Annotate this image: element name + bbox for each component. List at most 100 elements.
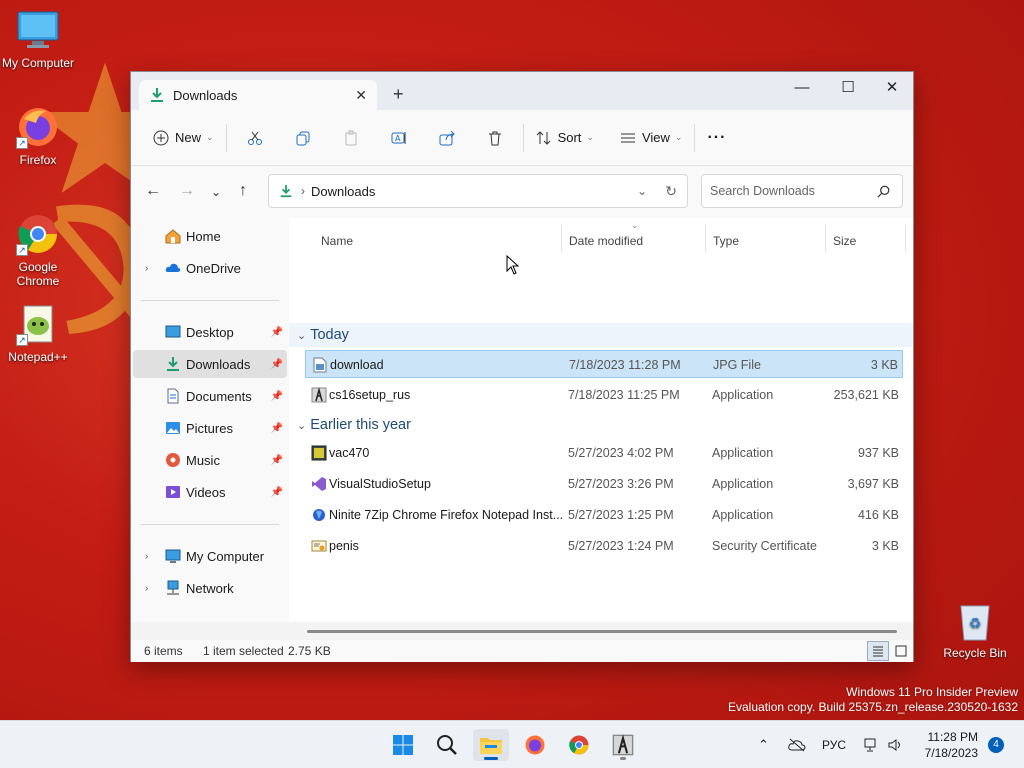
clock-time: 11:28 PM (927, 730, 978, 744)
file-row[interactable]: VisualStudioSetup 5/27/2023 3:26 PM Appl… (305, 470, 903, 498)
refresh-icon[interactable]: ↻ (665, 183, 677, 200)
rename-button[interactable]: A (375, 122, 423, 154)
system-clock[interactable]: 11:28 PM 7/18/2023 (918, 729, 978, 761)
pin-icon[interactable]: 📌 (271, 327, 283, 338)
search-input[interactable]: Search Downloads (701, 174, 903, 208)
selection-size: 2.75 KB (288, 644, 331, 658)
pin-icon[interactable]: 📌 (271, 487, 283, 498)
close-window-button[interactable]: ✕ (869, 72, 915, 102)
collapse-chevron-icon[interactable]: ⌄ (297, 419, 306, 432)
back-arrow-icon[interactable]: ← (145, 182, 161, 200)
network-status-icon[interactable] (864, 721, 880, 768)
view-button[interactable]: View ⌄ (612, 122, 691, 154)
column-divider[interactable] (905, 226, 906, 252)
copy-button[interactable] (279, 122, 327, 154)
file-name: vac470 (329, 446, 370, 460)
sidebar-item-downloads[interactable]: Downloads 📌 (133, 350, 287, 378)
taskbar-file-explorer[interactable] (473, 729, 509, 761)
taskbar-firefox[interactable] (517, 729, 553, 761)
expand-chevron-icon[interactable]: › (145, 551, 148, 562)
tiles-view-button[interactable] (890, 641, 912, 661)
plus-circle-icon (153, 130, 169, 145)
column-divider[interactable] (561, 226, 562, 252)
taskbar-chrome[interactable] (561, 729, 597, 761)
pin-icon[interactable]: 📌 (271, 359, 283, 370)
sidebar-item-label: OneDrive (186, 260, 241, 276)
input-language-indicator[interactable]: РУС (822, 721, 846, 768)
group-header-today[interactable]: ⌄ Today (289, 323, 913, 347)
file-row[interactable]: penis 5/27/2023 1:24 PM Security Certifi… (305, 532, 903, 560)
group-header-earlier[interactable]: ⌄ Earlier this year (289, 413, 913, 437)
volume-icon[interactable] (888, 721, 904, 768)
close-tab-icon[interactable]: ✕ (355, 87, 367, 104)
column-header-size[interactable]: Size (833, 226, 856, 256)
maximize-button[interactable]: ☐ (825, 72, 871, 102)
file-size: 253,621 KB (833, 388, 899, 402)
recycle-bin-icon: ♻ (953, 598, 997, 642)
sidebar-item-my-computer[interactable]: › My Computer (133, 542, 287, 570)
sidebar-item-videos[interactable]: Videos 📌 (133, 478, 287, 506)
desktop-icon-my-computer[interactable]: My Computer (0, 8, 76, 70)
breadcrumb-current[interactable]: Downloads (311, 184, 375, 199)
running-indicator (620, 757, 626, 760)
address-bar[interactable]: › Downloads ⌄ ↻ (268, 174, 688, 208)
pin-icon[interactable]: 📌 (271, 455, 283, 466)
address-row: ← → ⌄ ↑ › Downloads ⌄ ↻ Search Downloads (131, 166, 913, 218)
sidebar-item-documents[interactable]: Documents 📌 (133, 382, 287, 410)
desktop-icon-recycle-bin[interactable]: ♻ Recycle Bin (937, 598, 1013, 660)
column-header-name[interactable]: Name (321, 226, 353, 256)
sidebar-item-music[interactable]: Music 📌 (133, 446, 287, 474)
column-header-type[interactable]: Type (713, 226, 739, 256)
file-row[interactable]: vac470 5/27/2023 4:02 PM Application 937… (305, 439, 903, 467)
certificate-icon (311, 540, 327, 552)
taskbar-cs-app[interactable] (605, 729, 641, 761)
more-options-button[interactable]: ··· (699, 122, 734, 154)
column-divider[interactable] (825, 226, 826, 252)
sidebar-item-network[interactable]: › Network (133, 574, 287, 602)
shortcut-arrow-icon: ↗ (16, 334, 28, 346)
sidebar-item-onedrive[interactable]: › OneDrive (133, 254, 287, 282)
file-row[interactable]: cs16setup_rus 7/18/2023 11:25 PM Applica… (305, 381, 903, 409)
watermark-line: Windows 11 Pro Insider Preview (846, 685, 1018, 699)
start-button[interactable] (385, 729, 421, 761)
pin-icon[interactable]: 📌 (271, 391, 283, 402)
minimize-button[interactable]: — (779, 72, 825, 102)
file-row[interactable]: Ninite 7Zip Chrome Firefox Notepad Inst.… (305, 501, 903, 529)
sidebar-item-label: Videos (186, 484, 226, 500)
recent-locations-chevron-icon[interactable]: ⌄ (211, 185, 221, 199)
horizontal-scrollbar[interactable] (307, 630, 897, 633)
sidebar-item-pictures[interactable]: Pictures 📌 (133, 414, 287, 442)
paste-button[interactable] (327, 122, 375, 154)
details-view-button[interactable] (867, 641, 889, 661)
file-row[interactable]: download 7/18/2023 11:28 PM JPG File 3 K… (305, 350, 903, 378)
firefox-icon: ↗ (16, 105, 60, 149)
cut-button[interactable] (231, 122, 279, 154)
column-divider[interactable] (705, 226, 706, 252)
notification-badge[interactable]: 4 (988, 737, 1004, 753)
sidebar-item-home[interactable]: Home (133, 222, 287, 250)
share-button[interactable] (423, 122, 471, 154)
mouse-cursor-icon (506, 255, 520, 275)
up-arrow-icon[interactable]: ↑ (239, 182, 247, 200)
taskbar-search-button[interactable] (429, 729, 465, 761)
expand-chevron-icon[interactable]: › (145, 263, 148, 274)
desktop-icon-chrome[interactable]: ↗ Google Chrome (0, 212, 76, 288)
new-button[interactable]: New ⌄ (145, 122, 222, 154)
forward-arrow-icon[interactable]: → (179, 182, 195, 200)
notepadpp-icon: ↗ (16, 302, 60, 346)
tab-downloads[interactable]: Downloads ✕ (139, 80, 377, 110)
desktop-icon-notepadpp[interactable]: ↗ Notepad++ (0, 302, 76, 364)
delete-button[interactable] (471, 122, 519, 154)
sort-button[interactable]: Sort ⌄ (528, 122, 602, 154)
new-tab-button[interactable]: + (393, 84, 404, 105)
onedrive-status-icon[interactable] (788, 721, 806, 768)
show-hidden-icons-chevron-icon[interactable]: ⌃ (758, 721, 769, 768)
collapse-chevron-icon[interactable]: ⌄ (297, 329, 306, 342)
pin-icon[interactable]: 📌 (271, 423, 283, 434)
sidebar-item-desktop[interactable]: Desktop 📌 (133, 318, 287, 346)
address-dropdown-chevron-icon[interactable]: ⌄ (637, 184, 647, 198)
tab-title: Downloads (173, 87, 238, 103)
desktop-icon-firefox[interactable]: ↗ Firefox (0, 105, 76, 167)
monitor-icon (16, 8, 60, 52)
expand-chevron-icon[interactable]: › (145, 583, 148, 594)
